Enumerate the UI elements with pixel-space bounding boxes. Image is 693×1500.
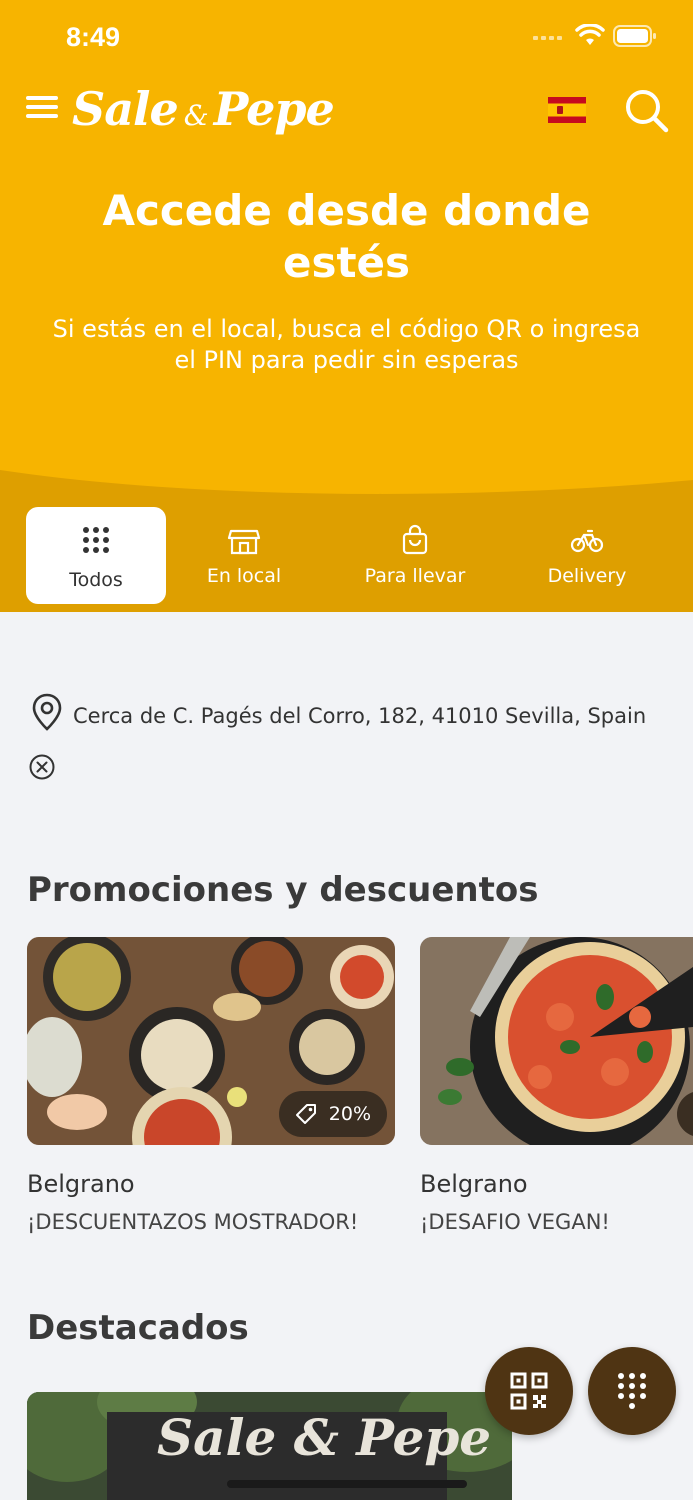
promo-card-image[interactable] <box>420 937 693 1145</box>
bag-icon <box>402 524 428 555</box>
tab-label: En local <box>206 565 282 587</box>
tab-en-local[interactable]: En local <box>174 507 314 604</box>
promo-description: ¡DESAFIO VEGAN! <box>420 1210 610 1234</box>
hero-title: Accede desde donde estés <box>102 186 591 287</box>
promo-store-name: Belgrano <box>420 1170 528 1198</box>
tab-delivery[interactable]: Delivery <box>517 507 657 604</box>
spain-flag-icon[interactable] <box>548 97 586 123</box>
clear-location-icon[interactable] <box>28 753 56 781</box>
featured-card-image[interactable]: Sale & Pepe <box>27 1392 512 1500</box>
location-pin-icon <box>32 693 62 731</box>
wifi-icon <box>575 24 605 45</box>
status-icons <box>533 24 657 48</box>
promo-description: ¡DESCUENTAZOS MOSTRADOR! <box>27 1210 359 1234</box>
logo-text-pepe: Pepe <box>213 82 335 136</box>
promotions-title: Promociones y descuentos <box>27 870 539 910</box>
enter-pin-button[interactable] <box>588 1347 676 1435</box>
hero-subtitle: Si estás en el local, busca el código QR… <box>52 315 641 374</box>
pizza-image <box>420 937 693 1145</box>
logo-ampersand: & <box>183 99 209 132</box>
tab-label: Todos <box>69 569 123 591</box>
brand-logo[interactable]: Sale & Pepe <box>72 82 335 136</box>
tab-label: Delivery <box>547 565 627 587</box>
store-icon <box>227 529 261 555</box>
promo-card-image[interactable]: 20% <box>27 937 395 1145</box>
order-type-tabs: Todos En local Para llevar Delivery <box>0 505 693 609</box>
featured-sign-text: Sale & Pepe <box>157 1408 492 1467</box>
battery-icon <box>613 25 656 47</box>
status-bar: 8:49 <box>0 0 693 80</box>
featured-title: Destacados <box>27 1308 249 1348</box>
promo-store-name: Belgrano <box>27 1170 135 1198</box>
logo-text-sale: Sale <box>72 82 179 136</box>
status-time: 8:49 <box>66 22 121 52</box>
tab-para-llevar[interactable]: Para llevar <box>345 507 485 604</box>
tab-label: Para llevar <box>364 565 466 587</box>
discount-value: 20% <box>328 1103 371 1125</box>
app-bar: Sale & Pepe <box>0 80 693 144</box>
signal-icon <box>533 36 562 40</box>
qr-code-icon <box>510 1372 548 1410</box>
menu-icon[interactable] <box>26 96 58 122</box>
scan-qr-button[interactable] <box>485 1347 573 1435</box>
location-address[interactable]: Cerca de C. Pagés del Corro, 182, 41010 … <box>73 704 646 728</box>
tab-todos[interactable]: Todos <box>26 507 166 604</box>
discount-badge: 20% <box>278 1091 387 1137</box>
grid-icon <box>83 527 109 553</box>
tag-icon <box>295 1104 316 1124</box>
bike-icon <box>570 529 604 553</box>
keypad-icon <box>618 1373 646 1409</box>
search-icon[interactable] <box>624 88 670 134</box>
